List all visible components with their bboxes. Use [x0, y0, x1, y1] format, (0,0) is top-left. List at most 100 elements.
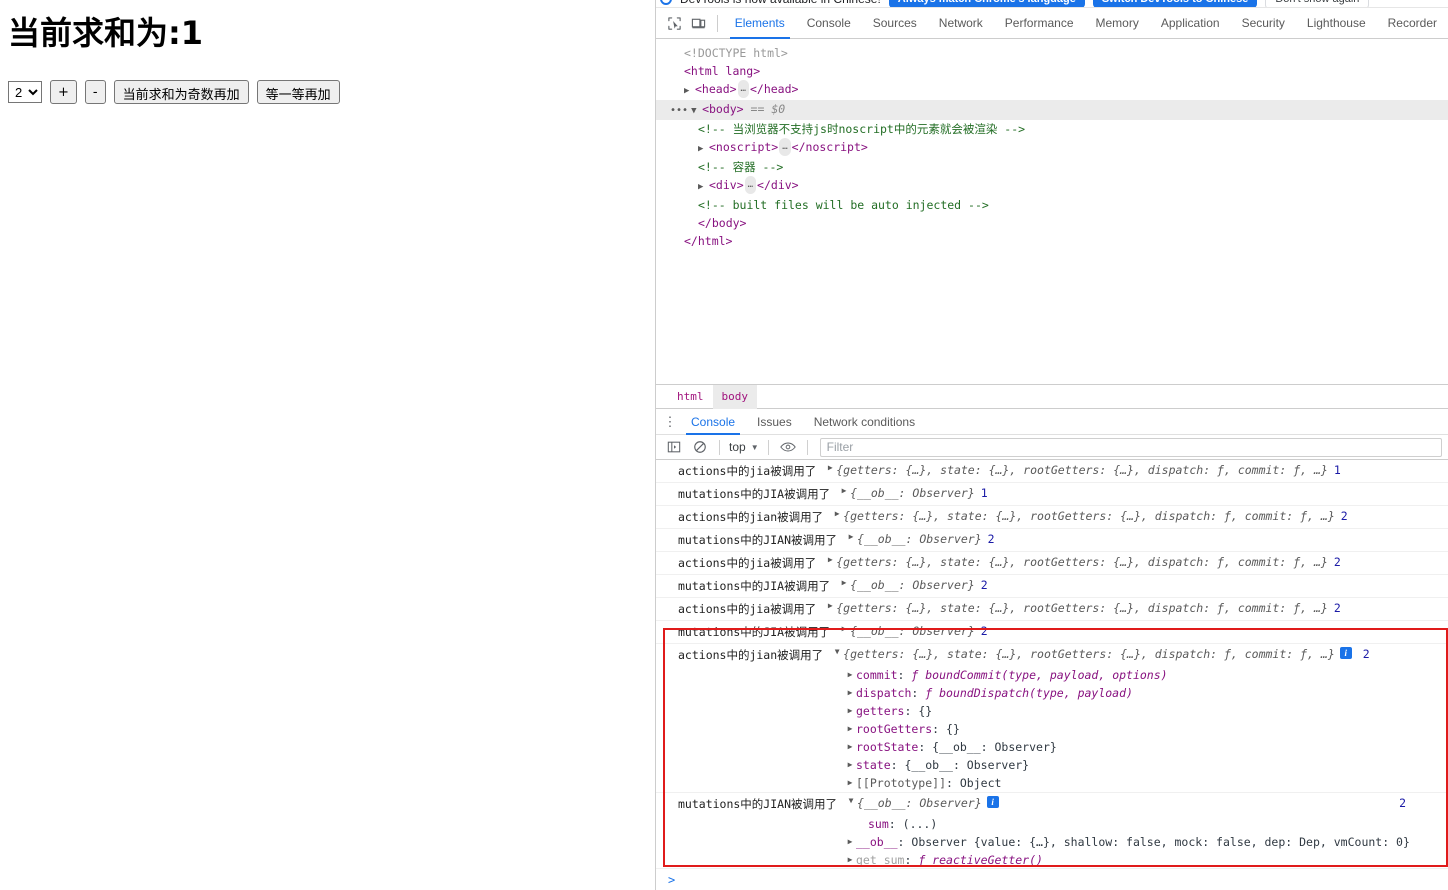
expand-arrow-icon[interactable]	[844, 721, 856, 737]
expand-arrow-icon[interactable]	[844, 703, 856, 719]
property-value: {}	[946, 721, 960, 737]
object-property-row[interactable]: state: {__ob__: Observer}	[656, 756, 1448, 774]
tab-elements[interactable]: Elements	[724, 8, 796, 39]
toolbar-divider	[768, 440, 769, 455]
object-property-row[interactable]: get sum: ƒ reactiveGetter()	[656, 851, 1448, 869]
dom-node-html-open[interactable]: <html lang>	[670, 62, 1448, 80]
tab-network[interactable]: Network	[928, 8, 994, 39]
toolbar-divider	[807, 440, 808, 455]
collapsed-children-icon[interactable]: …	[779, 138, 790, 156]
breadcrumb-item-html[interactable]: html	[668, 385, 713, 409]
tab-console[interactable]: Console	[796, 8, 862, 39]
collapse-arrow-icon[interactable]	[845, 796, 857, 805]
expand-arrow-icon[interactable]	[684, 82, 695, 100]
increment-button[interactable]: +	[50, 80, 77, 104]
expand-arrow-icon[interactable]	[844, 834, 856, 850]
expand-arrow-icon[interactable]	[838, 578, 850, 587]
console-row[interactable]: actions中的jia被调用了 {getters: {…}, state: {…	[656, 552, 1448, 575]
object-property-row[interactable]: rootState: {__ob__: Observer}	[656, 738, 1448, 756]
console-message: mutations中的JIA被调用了	[678, 624, 830, 640]
expand-arrow-icon[interactable]	[844, 739, 856, 755]
expand-arrow-icon[interactable]	[845, 532, 857, 541]
inspect-element-icon[interactable]	[662, 10, 686, 36]
info-icon[interactable]: i	[1340, 647, 1352, 659]
console-sidebar-icon[interactable]	[662, 436, 686, 458]
live-expression-eye-icon[interactable]	[776, 436, 800, 458]
expand-arrow-icon[interactable]	[844, 757, 856, 773]
console-row-expanded-actions[interactable]: actions中的jian被调用了 {getters: {…}, state: …	[656, 644, 1448, 666]
tab-application[interactable]: Application	[1150, 8, 1231, 39]
expand-arrow-icon[interactable]	[824, 555, 836, 564]
console-row[interactable]: actions中的jian被调用了 {getters: {…}, state: …	[656, 506, 1448, 529]
device-toolbar-icon[interactable]	[686, 10, 710, 36]
tab-sources[interactable]: Sources	[862, 8, 928, 39]
breadcrumb-item-body[interactable]: body	[713, 385, 758, 409]
expand-arrow-icon[interactable]	[844, 775, 856, 791]
object-property-row[interactable]: commit: ƒ boundCommit(type, payload, opt…	[656, 666, 1448, 684]
console-prompt[interactable]: >	[656, 868, 1448, 890]
add-after-wait-button[interactable]: 等一等再加	[257, 80, 340, 104]
property-value: ƒ reactiveGetter()	[918, 852, 1043, 868]
more-options-icon[interactable]: ⋮	[660, 414, 680, 430]
console-row[interactable]: mutations中的JIA被调用了 {__ob__: Observer} 2	[656, 621, 1448, 644]
object-preview: {getters: {…}, state: {…}, rootGetters: …	[836, 463, 1328, 477]
expand-arrow-icon[interactable]	[844, 852, 856, 868]
dom-node-noscript[interactable]: <noscript>…</noscript>	[670, 138, 1448, 158]
tab-recorder[interactable]: Recorder	[1377, 8, 1448, 39]
collapse-arrow-icon[interactable]	[691, 102, 702, 120]
expand-arrow-icon[interactable]	[698, 140, 709, 158]
drawer-tab-network-conditions[interactable]: Network conditions	[803, 409, 926, 435]
expand-arrow-icon[interactable]	[824, 463, 836, 472]
property-key: sum	[868, 816, 889, 832]
node-menu-icon[interactable]: •••	[670, 105, 688, 116]
console-row[interactable]: mutations中的JIA被调用了 {__ob__: Observer} 2	[656, 575, 1448, 598]
tab-performance[interactable]: Performance	[994, 8, 1085, 39]
info-icon[interactable]: i	[987, 796, 999, 808]
object-property-row[interactable]: [[Prototype]]: Object	[656, 774, 1448, 793]
object-property-row[interactable]: sum: (...)	[656, 815, 1448, 833]
drawer-tab-console[interactable]: Console	[680, 409, 746, 435]
console-row[interactable]: mutations中的JIAN被调用了 {__ob__: Observer} 2	[656, 529, 1448, 552]
execution-context-selector[interactable]: top ▼	[727, 440, 761, 454]
dom-node-div[interactable]: <div>…</div>	[670, 176, 1448, 196]
expand-arrow-icon[interactable]	[698, 178, 709, 196]
page-title: 当前求和为:1	[0, 0, 655, 54]
collapse-arrow-icon[interactable]	[831, 647, 843, 656]
add-if-odd-button[interactable]: 当前求和为奇数再加	[114, 80, 249, 104]
expand-arrow-icon[interactable]	[838, 486, 850, 495]
expand-arrow-icon[interactable]	[824, 601, 836, 610]
object-preview: {__ob__: Observer}	[850, 486, 975, 500]
console-filter-input[interactable]: Filter	[820, 438, 1442, 457]
increment-select[interactable]: 2	[8, 81, 42, 103]
decrement-button[interactable]: -	[85, 80, 106, 104]
object-property-row[interactable]: getters: {}	[656, 702, 1448, 720]
drawer-tab-issues[interactable]: Issues	[746, 409, 803, 435]
log-count: 2	[1334, 601, 1341, 615]
clear-console-icon[interactable]	[688, 436, 712, 458]
prompt-chevron-icon: >	[668, 873, 675, 887]
console-row[interactable]: mutations中的JIA被调用了 {__ob__: Observer} 1	[656, 483, 1448, 506]
info-circle-icon	[660, 0, 672, 5]
console-row-expanded-mutations[interactable]: mutations中的JIAN被调用了 {__ob__: Observer} i…	[656, 793, 1448, 815]
expand-arrow-icon[interactable]	[831, 509, 843, 518]
dom-node-body-open[interactable]: •••<body> == $0	[656, 100, 1448, 120]
tab-lighthouse[interactable]: Lighthouse	[1296, 8, 1377, 39]
collapsed-children-icon[interactable]: …	[745, 176, 756, 194]
property-key: getters	[856, 703, 904, 719]
object-property-row[interactable]: rootGetters: {}	[656, 720, 1448, 738]
console-row[interactable]: actions中的jia被调用了 {getters: {…}, state: {…	[656, 598, 1448, 621]
object-property-row[interactable]: dispatch: ƒ boundDispatch(type, payload)	[656, 684, 1448, 702]
controls-row: 2 + - 当前求和为奇数再加 等一等再加	[0, 80, 655, 104]
filter-placeholder: Filter	[827, 440, 854, 454]
tab-security[interactable]: Security	[1231, 8, 1296, 39]
object-property-row[interactable]: __ob__: Observer {value: {…}, shallow: f…	[656, 833, 1448, 851]
console-row[interactable]: actions中的jia被调用了 {getters: {…}, state: {…	[656, 460, 1448, 483]
log-count: 2	[1363, 647, 1370, 661]
expand-arrow-icon[interactable]	[844, 685, 856, 701]
dom-node-head[interactable]: <head>…</head>	[670, 80, 1448, 100]
expand-arrow-icon[interactable]	[844, 667, 856, 683]
collapsed-children-icon[interactable]: …	[738, 80, 749, 98]
object-preview: {getters: {…}, state: {…}, rootGetters: …	[836, 555, 1328, 569]
tab-memory[interactable]: Memory	[1085, 8, 1150, 39]
expand-arrow-icon[interactable]	[838, 624, 850, 633]
